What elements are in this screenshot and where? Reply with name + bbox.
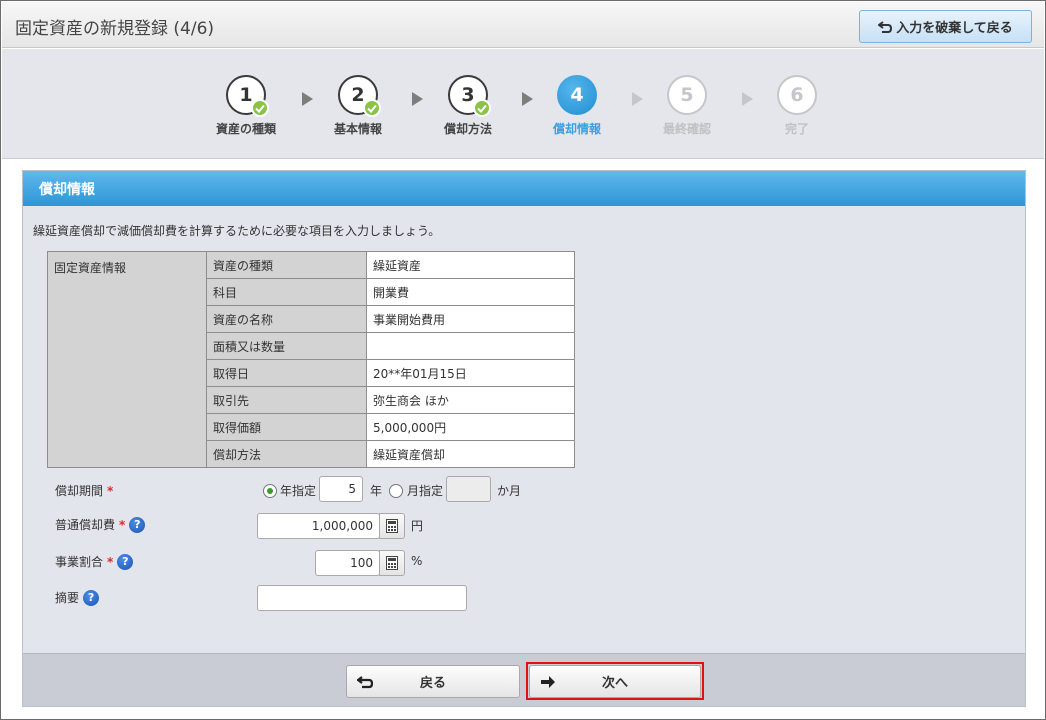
step-label: 完了 — [784, 122, 809, 136]
step-number: 3 — [448, 75, 491, 117]
table-cell-value: 5,000,000円 — [366, 413, 575, 441]
table-cell-key: 取得価額 — [206, 413, 367, 441]
calculator-icon — [386, 556, 398, 570]
table-cell-key: 科目 — [206, 278, 367, 306]
business-ratio-input[interactable]: 100 — [315, 550, 380, 576]
step-number: 2 — [338, 75, 381, 117]
step-number: 4 — [557, 75, 597, 115]
required-mark: * — [107, 554, 114, 569]
header-bar: 固定資産の新規登録 (4/6) 入力を破棄して戻る — [2, 2, 1044, 48]
table-cell-key: 取引先 — [206, 386, 367, 414]
normal-dep-label: 普通償却費 — [55, 518, 116, 532]
step-label: 償却情報 — [552, 122, 601, 136]
step-number: 5 — [667, 75, 707, 115]
step-arrow-icon — [302, 92, 313, 106]
step-4: 4 償却情報 — [532, 75, 622, 137]
table-cell-value: 20**年01月15日 — [366, 359, 575, 387]
normal-dep-label-row: 普通償却費 * ? — [55, 516, 146, 533]
step-label: 基本情報 — [333, 122, 382, 136]
table-row: 固定資産情報 資産の種類 繰延資産 — [47, 251, 575, 468]
checkmark-icon — [473, 99, 491, 117]
table-cell-value: 事業開始費用 — [366, 305, 575, 333]
step-arrow-icon — [412, 92, 423, 106]
table-cell-key: 取得日 — [206, 359, 367, 387]
period-month-unit: か月 — [497, 484, 522, 498]
next-button[interactable]: 次へ — [529, 665, 701, 698]
checkmark-icon — [363, 99, 381, 117]
memo-label: 摘要 — [55, 591, 80, 605]
table-cell-key: 資産の名称 — [206, 305, 367, 333]
table-cell-value: 弥生商会 ほか — [366, 386, 575, 414]
table-cell-key: 面積又は数量 — [206, 332, 367, 360]
period-month-option-label: 月指定 — [407, 484, 444, 498]
period-year-radio[interactable] — [263, 484, 277, 498]
help-icon[interactable]: ? — [117, 553, 134, 570]
period-label: 償却期間 — [55, 484, 104, 498]
calculator-button[interactable] — [379, 550, 405, 576]
normal-dep-input[interactable]: 1,000,000 — [257, 513, 380, 539]
table-cell-key: 資産の種類 — [206, 251, 367, 279]
panel-title: 償却情報 — [23, 171, 1025, 206]
step-2: 2 基本情報 — [313, 75, 403, 137]
period-label-row: 償却期間 * — [55, 482, 113, 499]
step-5: 5 最終確認 — [642, 75, 732, 137]
step-3: 3 償却方法 — [423, 75, 513, 137]
asset-info-group-label: 固定資産情報 — [47, 251, 207, 468]
window: 固定資産の新規登録 (4/6) 入力を破棄して戻る 1 資産の種類 2 基本情報… — [0, 0, 1046, 720]
period-month-input[interactable] — [446, 476, 491, 502]
wizard-stepper: 1 資産の種類 2 基本情報 3 償却方法 4 償却情報 5 最終確認 6 完了 — [2, 49, 1044, 159]
next-button-label: 次へ — [601, 676, 628, 691]
period-year-input[interactable]: 5 — [319, 476, 363, 502]
period-year-unit: 年 — [370, 484, 383, 498]
required-mark: * — [119, 517, 126, 532]
table-cell-value — [366, 332, 575, 360]
step-number: 1 — [226, 75, 269, 117]
calculator-icon — [386, 519, 398, 533]
step-6: 6 完了 — [752, 75, 842, 137]
right-arrow-icon — [541, 676, 555, 688]
table-cell-value: 繰延資産 — [366, 251, 575, 279]
step-number: 6 — [777, 75, 817, 115]
business-ratio-label: 事業割合 — [55, 555, 104, 569]
page-title: 固定資産の新規登録 (4/6) — [15, 19, 215, 39]
table-cell-key: 償却方法 — [206, 440, 367, 468]
step-label: 償却方法 — [443, 122, 492, 136]
step-1: 1 資産の種類 — [201, 75, 291, 137]
calculator-button[interactable] — [379, 513, 405, 539]
memo-label-row: 摘要 ? — [55, 589, 100, 606]
memo-input[interactable] — [257, 585, 467, 611]
table-cell-value: 繰延資産償却 — [366, 440, 575, 468]
asset-info-table: 固定資産情報 資産の種類 繰延資産 科目 開業費 資産の名称 事業開始費用 面積… — [47, 251, 575, 468]
business-ratio-unit: % — [411, 554, 423, 568]
checkmark-icon — [251, 99, 269, 117]
help-icon[interactable]: ? — [129, 516, 146, 533]
required-mark: * — [107, 483, 114, 498]
back-button[interactable]: 戻る — [346, 665, 520, 698]
step-label: 最終確認 — [662, 122, 711, 136]
discard-and-return-button[interactable]: 入力を破棄して戻る — [859, 10, 1032, 43]
help-icon[interactable]: ? — [83, 589, 100, 606]
normal-dep-unit: 円 — [411, 519, 424, 533]
return-arrow-icon — [357, 676, 373, 689]
return-arrow-icon — [878, 20, 893, 33]
period-year-option-label: 年指定 — [280, 484, 317, 498]
discard-and-return-label: 入力を破棄して戻る — [896, 21, 1013, 36]
period-month-radio[interactable] — [389, 484, 403, 498]
business-ratio-label-row: 事業割合 * ? — [55, 553, 134, 570]
depreciation-info-panel: 償却情報 繰延資産償却で減価償却費を計算するために必要な項目を入力しましょう。 … — [22, 170, 1026, 707]
back-button-label: 戻る — [419, 676, 446, 691]
step-label: 資産の種類 — [215, 122, 276, 136]
table-cell-value: 開業費 — [366, 278, 575, 306]
intro-text: 繰延資産償却で減価償却費を計算するために必要な項目を入力しましょう。 — [33, 224, 441, 238]
panel-footer: 戻る 次へ — [23, 653, 1025, 706]
